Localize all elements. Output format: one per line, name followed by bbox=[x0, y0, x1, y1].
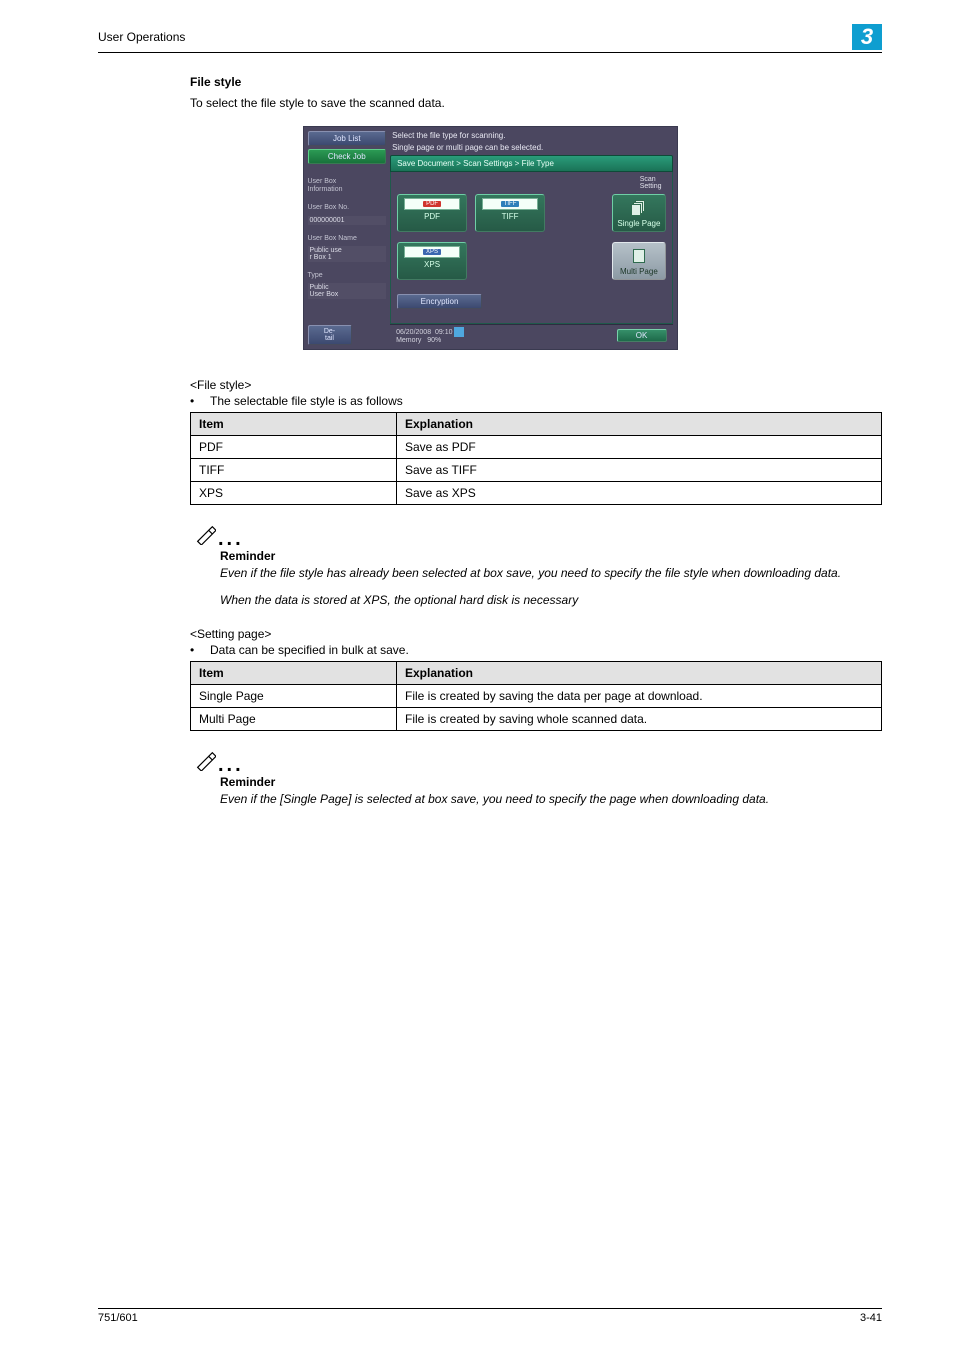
setting-page-bullet: • Data can be specified in bulk at save. bbox=[190, 643, 882, 657]
file-style-bullet: • The selectable file style is as follow… bbox=[190, 394, 882, 408]
xps-badge-icon: XPS bbox=[423, 249, 441, 255]
t1-h1: Item bbox=[191, 413, 397, 436]
user-box-no-value: 000000001 bbox=[308, 216, 387, 225]
breadcrumb: Save Document > Scan Settings > File Typ… bbox=[390, 155, 672, 172]
user-box-name-label: User Box Name bbox=[308, 235, 387, 243]
pdf-label: PDF bbox=[398, 212, 466, 221]
file-style-subhead: <File style> bbox=[190, 378, 882, 392]
encryption-button[interactable]: Encryption bbox=[397, 294, 482, 309]
table-row: PDFSave as PDF bbox=[191, 436, 882, 459]
ok-button[interactable]: OK bbox=[617, 329, 667, 342]
xps-label: XPS bbox=[398, 260, 466, 269]
t1-h2: Explanation bbox=[397, 413, 882, 436]
single-page-label: Single Page bbox=[613, 219, 664, 228]
user-box-name-value: Public use r Box 1 bbox=[308, 246, 387, 262]
reminder-2-p1: Even if the [Single Page] is selected at… bbox=[220, 791, 882, 808]
user-box-no-label: User Box No. bbox=[308, 204, 387, 212]
multi-page-label: Multi Page bbox=[613, 267, 664, 276]
user-box-info-label: User Box Information bbox=[308, 178, 387, 194]
instruction-2: Single page or multi page can be selecte… bbox=[392, 143, 672, 153]
file-style-table: Item Explanation PDFSave as PDF TIFFSave… bbox=[190, 412, 882, 505]
footer-left: 751/601 bbox=[98, 1312, 138, 1324]
setting-page-table: Item Explanation Single PageFile is crea… bbox=[190, 661, 882, 731]
t2-h2: Explanation bbox=[397, 661, 882, 684]
file-style-heading: File style bbox=[190, 75, 882, 89]
detail-button[interactable]: De- tail bbox=[308, 325, 352, 346]
tiff-option[interactable]: TIFF TIFF bbox=[475, 194, 545, 232]
reminder-1-p2: When the data is stored at XPS, the opti… bbox=[220, 592, 882, 609]
type-label: Type bbox=[308, 272, 387, 280]
status-icon bbox=[454, 327, 464, 337]
device-screenshot: Job List Check Job User Box Information … bbox=[303, 126, 678, 350]
chapter-badge: 3 bbox=[852, 24, 882, 50]
table-row: XPSSave as XPS bbox=[191, 482, 882, 505]
single-page-icon bbox=[632, 200, 646, 216]
t2-h1: Item bbox=[191, 661, 397, 684]
note-icon-2: ... bbox=[194, 749, 882, 777]
single-page-option[interactable]: Single Page bbox=[612, 194, 665, 232]
job-list-button[interactable]: Job List bbox=[308, 131, 387, 146]
scan-setting-link[interactable]: Scan Setting bbox=[640, 176, 662, 191]
check-job-button[interactable]: Check Job bbox=[308, 149, 387, 164]
note-icon: ... bbox=[194, 523, 882, 551]
reminder-1-title: Reminder bbox=[220, 549, 882, 563]
reminder-1-p1: Even if the file style has already been … bbox=[220, 565, 882, 582]
table-row: Single PageFile is created by saving the… bbox=[191, 684, 882, 707]
multi-page-option[interactable]: Multi Page bbox=[612, 242, 665, 280]
table-row: TIFFSave as TIFF bbox=[191, 459, 882, 482]
xps-option[interactable]: XPS XPS bbox=[397, 242, 467, 280]
pdf-option[interactable]: PDF PDF bbox=[397, 194, 467, 232]
status-bar: 06/20/2008 09:10 Memory 90% bbox=[396, 327, 464, 345]
tiff-badge-icon: TIFF bbox=[501, 201, 520, 207]
file-style-intro: To select the file style to save the sca… bbox=[190, 95, 882, 112]
pdf-badge-icon: PDF bbox=[423, 201, 441, 207]
table-row: Multi PageFile is created by saving whol… bbox=[191, 707, 882, 730]
footer-right: 3-41 bbox=[860, 1312, 882, 1324]
type-value: Public User Box bbox=[308, 283, 387, 299]
multi-page-icon bbox=[633, 249, 645, 263]
instruction-1: Select the file type for scanning. bbox=[392, 131, 672, 141]
tiff-label: TIFF bbox=[476, 212, 544, 221]
header-section: User Operations bbox=[98, 30, 185, 44]
setting-page-subhead: <Setting page> bbox=[190, 627, 882, 641]
reminder-2-title: Reminder bbox=[220, 775, 882, 789]
